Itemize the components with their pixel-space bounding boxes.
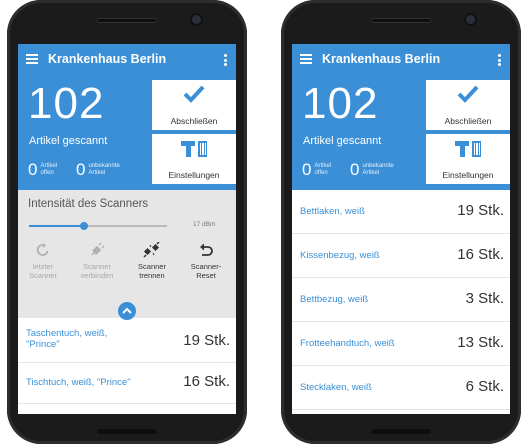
- app-bar: Krankenhaus Berlin: [292, 44, 510, 76]
- list-item[interactable]: Bettlaken, weiß 19 Stk.: [292, 190, 510, 234]
- scanner-intensity-title: Intensität des Scanners: [28, 198, 149, 210]
- open-count: 0: [28, 160, 38, 179]
- phone-left: Krankenhaus Berlin 102 Artikel gescannt …: [7, 0, 247, 444]
- disconnect-scanner-label-2: trennen: [139, 270, 165, 280]
- settings-button[interactable]: Einstellungen: [152, 134, 236, 184]
- settings-button[interactable]: Einstellungen: [426, 134, 510, 184]
- bottom-speaker: [97, 429, 157, 434]
- screen-left: Krankenhaus Berlin 102 Artikel gescannt …: [18, 44, 236, 414]
- complete-button[interactable]: Abschließen: [426, 80, 510, 130]
- checkmark-icon: [183, 85, 205, 103]
- open-label-line1: Artikel: [40, 163, 58, 169]
- item-quantity: 19 Stk.: [457, 202, 504, 219]
- open-count: 0: [302, 160, 312, 179]
- list-item[interactable]: Kissenbezug, weiß 16 Stk.: [292, 234, 510, 278]
- unknown-items-stat: 0 unbekannte Artikel: [350, 160, 394, 180]
- scanner-device-icon: [181, 141, 207, 157]
- intensity-value: 17 dBm: [193, 221, 216, 228]
- last-scanner-button[interactable]: letzter Scanner: [20, 240, 66, 280]
- unknown-label-line1: unbekannte: [362, 163, 394, 169]
- scanned-label: Artikel gescannt: [303, 135, 382, 147]
- item-name: Bettlaken, weiß: [300, 206, 365, 217]
- phone-right: Krankenhaus Berlin 102 Artikel gescannt …: [281, 0, 521, 444]
- unknown-count: 0: [350, 160, 360, 179]
- unknown-label-line2: Artikel: [362, 170, 380, 176]
- unknown-count: 0: [76, 160, 86, 179]
- item-name: Tischtuch, weiß, "Prince": [26, 377, 131, 388]
- app-title: Krankenhaus Berlin: [48, 52, 167, 66]
- connect-scanner-button[interactable]: Scanner verbinden: [74, 240, 120, 280]
- hamburger-menu-icon[interactable]: [300, 54, 312, 64]
- collapse-panel-button[interactable]: [118, 302, 136, 320]
- speaker-grille: [97, 18, 157, 23]
- settings-button-label: Einstellungen: [168, 170, 220, 180]
- undo-icon: [200, 243, 213, 256]
- unknown-items-stat: 0 unbekannte Artikel: [76, 160, 120, 180]
- item-quantity: 13 Stk.: [457, 334, 504, 351]
- app-title: Krankenhaus Berlin: [322, 52, 441, 66]
- unknown-label-line2: Artikel: [88, 170, 106, 176]
- scanned-count: 102: [302, 79, 379, 128]
- item-name: Stecklaken, weiß: [300, 382, 372, 393]
- item-name: Taschentuch, weiß, "Prince": [26, 328, 108, 350]
- checkmark-icon: [457, 85, 479, 103]
- plug-icon: [91, 242, 105, 256]
- scanner-panel: Intensität des Scanners 17 dBm letzter Sc…: [18, 190, 236, 320]
- item-quantity: 16 Stk.: [457, 246, 504, 263]
- disconnect-scanner-button[interactable]: Scanner trennen: [129, 240, 175, 280]
- screen-right: Krankenhaus Berlin 102 Artikel gescannt …: [292, 44, 510, 414]
- complete-button-label: Abschließen: [170, 116, 218, 126]
- open-label-line2: offen: [314, 170, 328, 176]
- list-item[interactable]: Stecklaken, weiß 6 Stk.: [292, 366, 510, 410]
- last-scanner-label-2: Scanner: [29, 270, 57, 280]
- item-name: Bettbezug, weiß: [300, 294, 369, 305]
- item-quantity: 3 Stk.: [465, 290, 504, 307]
- item-quantity: 6 Stk.: [465, 378, 504, 395]
- intensity-slider-fill: [29, 225, 85, 227]
- chevron-up-icon: [122, 307, 132, 314]
- more-options-icon[interactable]: [498, 54, 501, 66]
- refresh-icon: [36, 243, 49, 256]
- list-item[interactable]: Taschentuch, weiß, "Prince" 19 Stk.: [18, 318, 236, 363]
- more-options-icon[interactable]: [224, 54, 227, 66]
- unknown-label-line1: unbekannte: [88, 163, 120, 169]
- bottom-speaker: [371, 429, 431, 434]
- connect-scanner-label-2: verbinden: [80, 270, 114, 280]
- scan-summary: 102 Artikel gescannt 0 Artikel offen 0 un…: [292, 76, 510, 190]
- front-camera: [192, 15, 201, 24]
- list-item[interactable]: Frotteehandtuch, weiß 13 Stk.: [292, 322, 510, 366]
- speaker-grille: [371, 18, 431, 23]
- list-item[interactable]: Bettbezug, weiß 3 Stk.: [292, 278, 510, 322]
- open-items-stat: 0 Artikel offen: [28, 160, 57, 180]
- complete-button[interactable]: Abschließen: [152, 80, 236, 130]
- open-items-stat: 0 Artikel offen: [302, 160, 331, 180]
- scanned-count: 102: [28, 79, 105, 128]
- settings-button-label: Einstellungen: [442, 170, 494, 180]
- intensity-slider-thumb[interactable]: [80, 222, 89, 230]
- plug-disconnect-icon: [143, 242, 160, 258]
- scanner-reset-label-2: Reset: [196, 270, 216, 280]
- hamburger-menu-icon[interactable]: [26, 54, 38, 64]
- scanned-label: Artikel gescannt: [29, 135, 108, 147]
- app-bar: Krankenhaus Berlin: [18, 44, 236, 76]
- scan-summary: 102 Artikel gescannt 0 Artikel offen 0 un…: [18, 76, 236, 190]
- front-camera: [466, 15, 475, 24]
- open-label-line2: offen: [40, 170, 54, 176]
- intensity-slider[interactable]: [29, 222, 167, 230]
- item-quantity: 19 Stk.: [183, 332, 230, 349]
- open-label-line1: Artikel: [314, 163, 332, 169]
- item-quantity: 16 Stk.: [183, 373, 230, 390]
- scanner-device-icon: [455, 141, 481, 157]
- item-name: Frotteehandtuch, weiß: [300, 338, 395, 349]
- list-item[interactable]: Tischtuch, weiß, "Prince" 16 Stk.: [18, 363, 236, 404]
- scanner-reset-button[interactable]: Scanner- Reset: [183, 240, 229, 280]
- complete-button-label: Abschließen: [444, 116, 492, 126]
- item-name: Kissenbezug, weiß: [300, 250, 380, 261]
